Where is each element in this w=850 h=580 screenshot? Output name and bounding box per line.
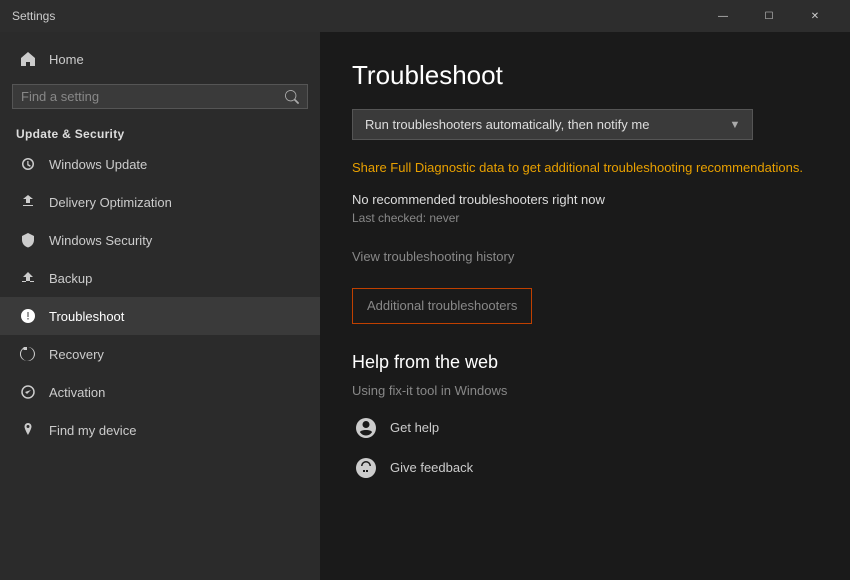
give-feedback-label: Give feedback [390,460,473,475]
troubleshoot-label: Troubleshoot [49,309,124,324]
give-feedback-icon [352,454,380,482]
main-layout: Home Update & Security Windows Update De… [0,32,850,580]
get-help-item[interactable]: Get help [352,414,818,442]
dropdown-label: Run troubleshooters automatically, then … [365,117,649,132]
additional-troubleshooters-button[interactable]: Additional troubleshooters [352,288,532,324]
diagnostic-link[interactable]: Share Full Diagnostic data to get additi… [352,158,818,178]
find-my-device-icon [19,421,37,439]
give-feedback-item[interactable]: Give feedback [352,454,818,482]
search-input[interactable] [21,89,285,104]
view-history-link[interactable]: View troubleshooting history [352,249,818,264]
sidebar-section-title: Update & Security [0,117,320,145]
sidebar-item-windows-update[interactable]: Windows Update [0,145,320,183]
sidebar-home-label: Home [49,52,84,67]
sidebar-item-troubleshoot[interactable]: Troubleshoot [0,297,320,335]
find-my-device-label: Find my device [49,423,136,438]
titlebar: Settings — ☐ ✕ [0,0,850,32]
content-area: Troubleshoot Run troubleshooters automat… [320,32,850,580]
recovery-icon [19,345,37,363]
windows-security-label: Windows Security [49,233,152,248]
activation-label: Activation [49,385,105,400]
troubleshoot-icon [19,307,37,325]
sidebar-item-delivery-optimization[interactable]: Delivery Optimization [0,183,320,221]
app-title: Settings [12,9,55,23]
no-troubleshooters-text: No recommended troubleshooters right now [352,192,818,207]
page-title: Troubleshoot [352,60,818,91]
windows-update-icon [19,155,37,173]
minimize-button[interactable]: — [700,0,746,32]
search-icon [285,90,299,104]
sidebar-item-find-my-device[interactable]: Find my device [0,411,320,449]
close-button[interactable]: ✕ [792,0,838,32]
home-icon [19,50,37,68]
delivery-optimization-icon [19,193,37,211]
windows-security-icon [19,231,37,249]
additional-troubleshooters-label: Additional troubleshooters [367,298,517,313]
help-section-title: Help from the web [352,352,818,373]
sidebar-item-activation[interactable]: Activation [0,373,320,411]
windows-update-label: Windows Update [49,157,147,172]
last-checked-text: Last checked: never [352,211,818,225]
sidebar-item-home[interactable]: Home [0,40,320,78]
delivery-optimization-label: Delivery Optimization [49,195,172,210]
chevron-down-icon: ▼ [729,119,740,131]
maximize-button[interactable]: ☐ [746,0,792,32]
sidebar-search-container [12,84,308,109]
help-subtitle: Using fix-it tool in Windows [352,383,818,398]
sidebar-item-recovery[interactable]: Recovery [0,335,320,373]
backup-label: Backup [49,271,92,286]
backup-icon [19,269,37,287]
sidebar-item-backup[interactable]: Backup [0,259,320,297]
get-help-icon [352,414,380,442]
activation-icon [19,383,37,401]
sidebar-item-windows-security[interactable]: Windows Security [0,221,320,259]
get-help-label: Get help [390,420,439,435]
recovery-label: Recovery [49,347,104,362]
window-controls: — ☐ ✕ [700,0,838,32]
troubleshoot-mode-dropdown[interactable]: Run troubleshooters automatically, then … [352,109,753,140]
troubleshoot-mode-row: Run troubleshooters automatically, then … [352,109,818,140]
sidebar: Home Update & Security Windows Update De… [0,32,320,580]
